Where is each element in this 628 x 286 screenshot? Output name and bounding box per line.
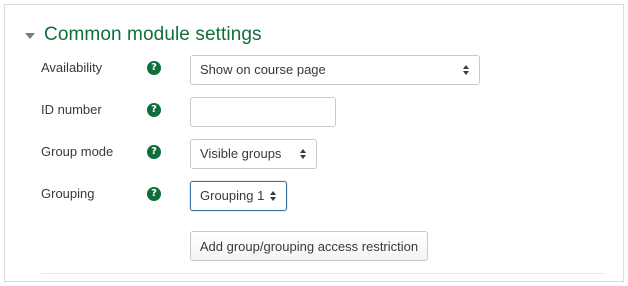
common-module-settings-panel: Common module settings Availability ? Sh… <box>4 4 624 282</box>
up-down-arrows-icon <box>270 191 277 201</box>
grouping-selected-value: Grouping 1 <box>200 188 265 203</box>
id-number-label: ID number <box>41 102 102 117</box>
id-number-row: ID number ? <box>5 97 625 134</box>
question-circle-icon[interactable]: ? <box>147 103 161 117</box>
availability-selected-value: Show on course page <box>200 62 326 77</box>
group-mode-select[interactable]: Visible groups <box>190 139 317 169</box>
id-number-field[interactable] <box>190 97 336 127</box>
availability-label: Availability <box>41 60 103 75</box>
question-circle-icon[interactable]: ? <box>147 61 161 75</box>
caret-down-icon <box>25 32 35 39</box>
grouping-label: Grouping <box>41 186 95 201</box>
grouping-row: Grouping ? Grouping 1 <box>5 181 625 218</box>
up-down-arrows-icon <box>463 65 470 75</box>
group-mode-label: Group mode <box>41 144 114 159</box>
question-circle-icon[interactable]: ? <box>147 145 161 159</box>
section-divider <box>41 273 605 274</box>
section-title: Common module settings <box>44 24 262 45</box>
group-mode-row: Group mode ? Visible groups <box>5 139 625 176</box>
add-group-grouping-restriction-button[interactable]: Add group/grouping access restriction <box>190 231 428 261</box>
group-mode-selected-value: Visible groups <box>200 146 282 161</box>
up-down-arrows-icon <box>300 149 307 159</box>
section-header-toggle[interactable]: Common module settings <box>25 22 262 48</box>
availability-row: Availability ? Show on course page <box>5 55 625 92</box>
availability-select[interactable]: Show on course page <box>190 55 480 85</box>
grouping-select[interactable]: Grouping 1 <box>190 181 287 211</box>
question-circle-icon[interactable]: ? <box>147 187 161 201</box>
